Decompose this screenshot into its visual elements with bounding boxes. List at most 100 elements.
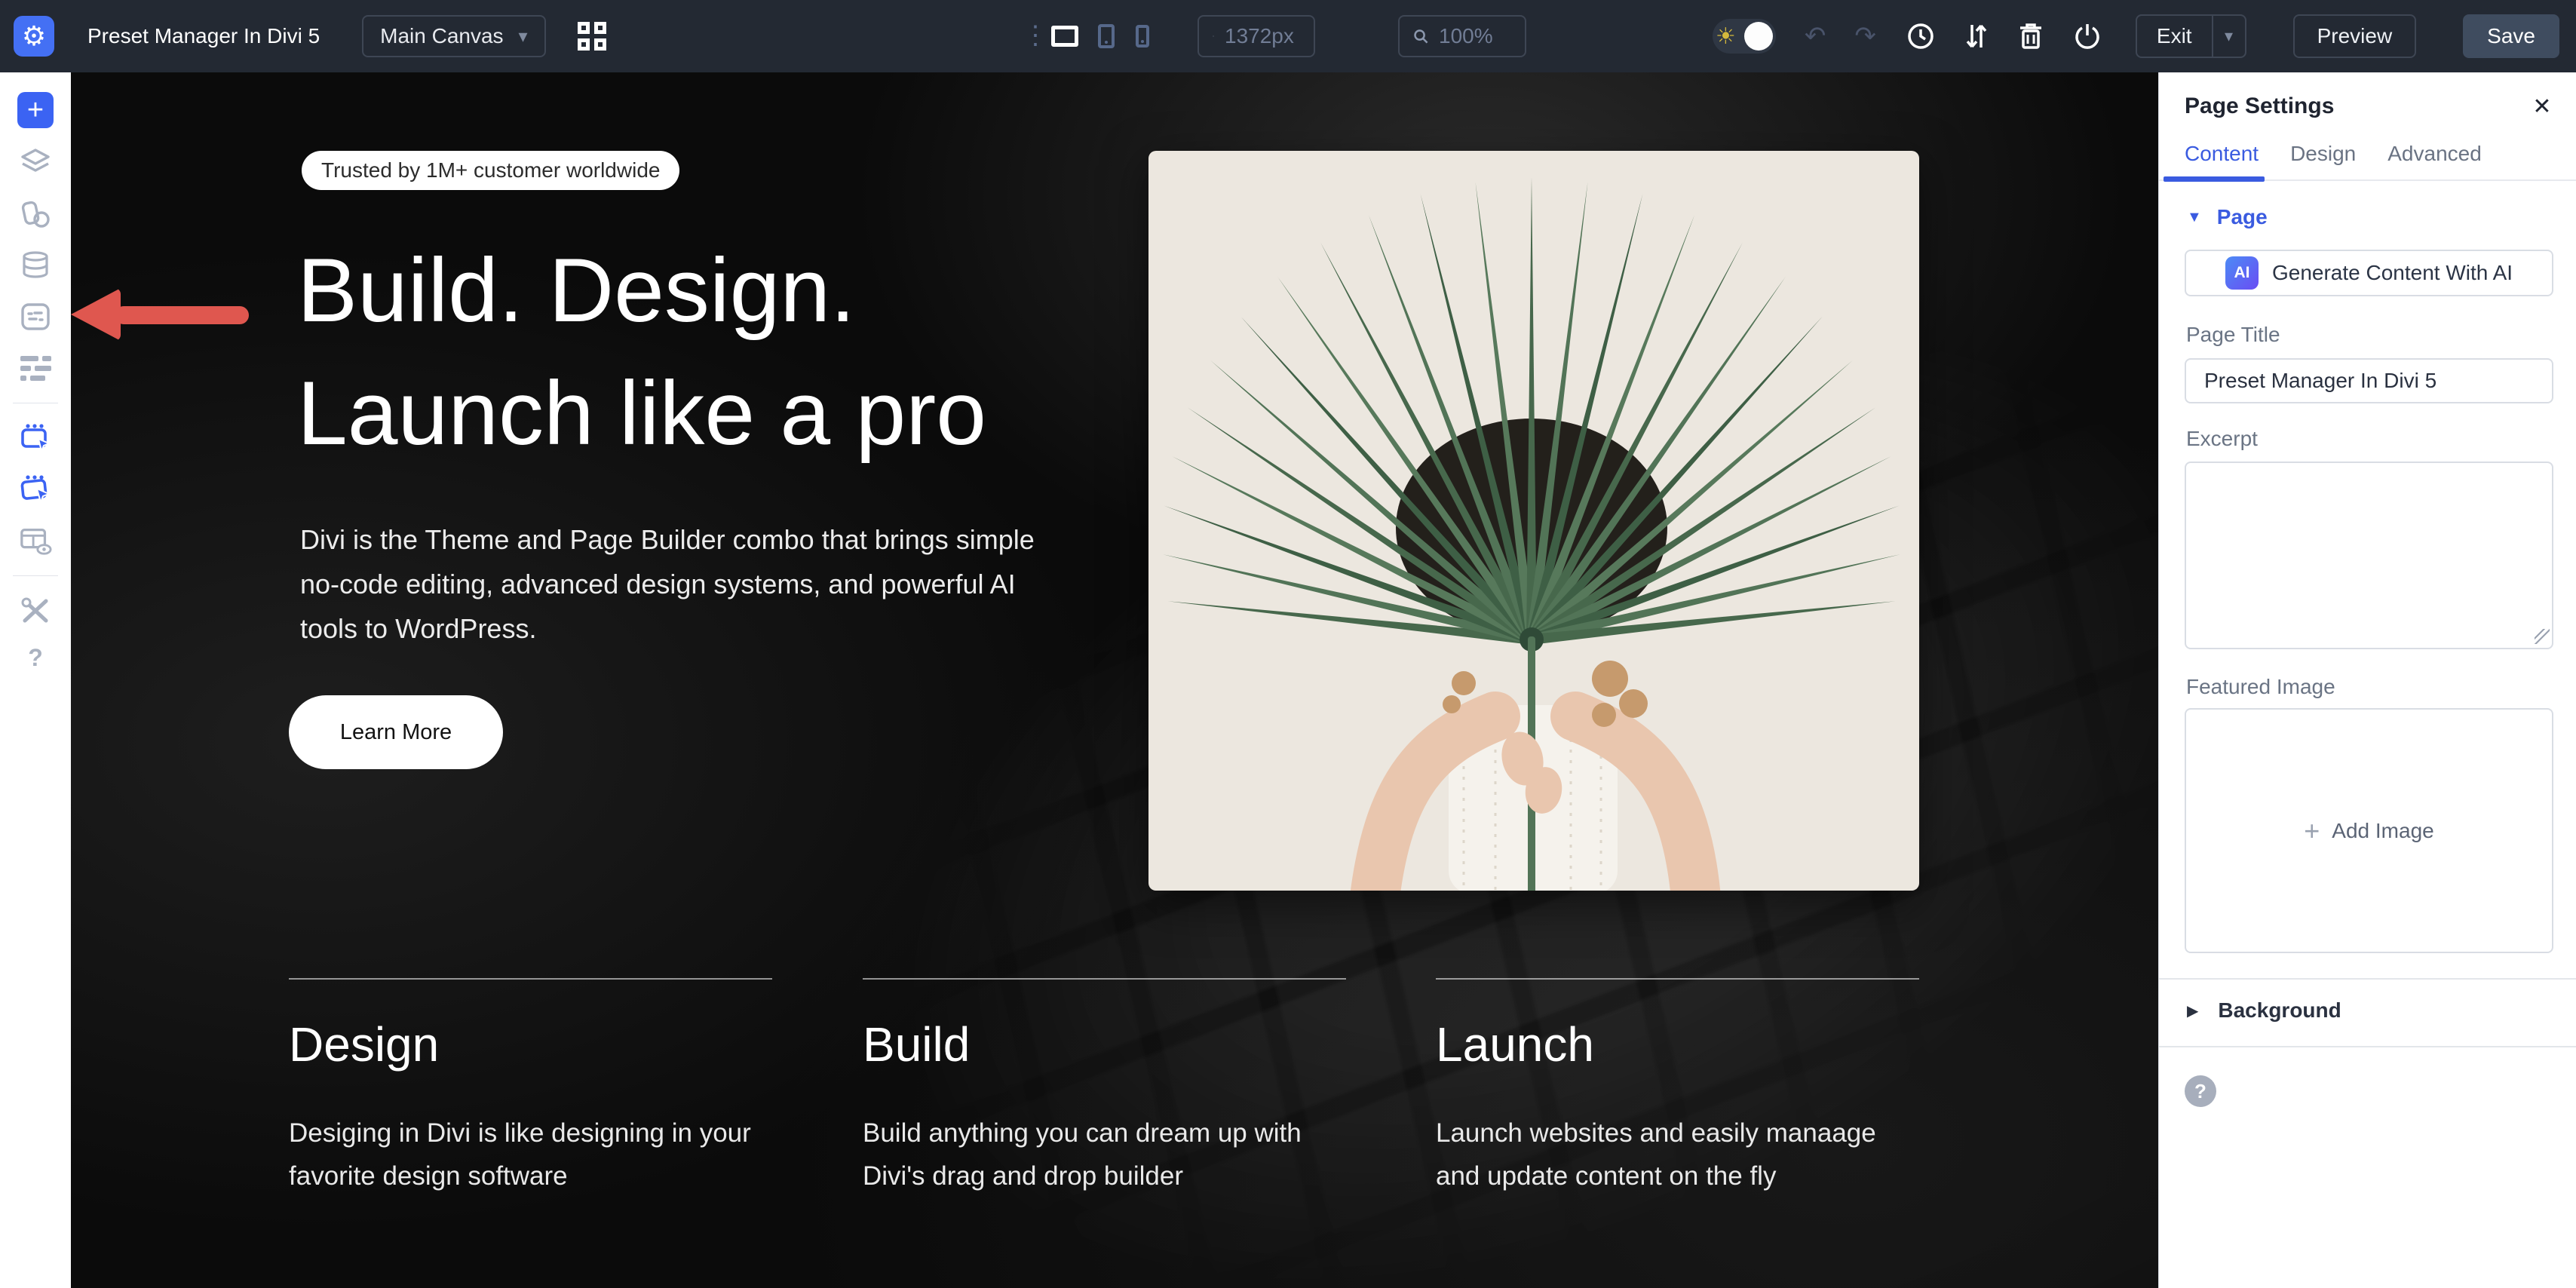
zoom-magnifier-icon <box>1413 26 1428 47</box>
divider <box>13 575 58 576</box>
page-section-toggle[interactable]: ▼ Page <box>2187 205 2268 229</box>
sun-icon: ☀ <box>1716 23 1736 50</box>
interaction-secondary-button[interactable] <box>19 473 52 506</box>
panel-title: Page Settings <box>2185 94 2334 119</box>
page-section-label: Page <box>2217 205 2268 229</box>
hero-heading[interactable]: Build. Design. Launch like a pro <box>297 229 986 475</box>
divider <box>2159 1046 2576 1047</box>
learn-more-button[interactable]: Learn More <box>289 695 503 769</box>
layers-icon <box>20 148 51 178</box>
interaction-primary-button[interactable] <box>19 422 52 455</box>
column-description[interactable]: Build anything you can dream up with Div… <box>863 1112 1345 1198</box>
preset-manager-icon <box>20 302 51 332</box>
sidebar-help-button[interactable]: ? <box>28 644 43 672</box>
redo-button[interactable]: ↷ <box>1854 21 1876 51</box>
top-bar-actions: ☀ ↶ ↷ <box>1713 0 2559 72</box>
column-divider <box>863 978 1346 980</box>
click-layout-icon <box>19 474 52 505</box>
gear-icon: ⚙ <box>22 20 46 52</box>
tablet-view-button[interactable] <box>1098 24 1115 48</box>
list-view-button[interactable] <box>19 351 52 385</box>
canvas-selector-value: Main Canvas <box>380 24 503 48</box>
builder-settings-button[interactable]: ⚙ <box>14 16 54 57</box>
exit-button[interactable]: Exit <box>2137 24 2212 48</box>
phone-view-button[interactable] <box>1136 25 1149 48</box>
trash-icon <box>2018 22 2044 51</box>
add-module-button[interactable]: + <box>17 92 54 128</box>
preview-button[interactable]: Preview <box>2293 14 2417 58</box>
exit-split-button[interactable]: Exit ▾ <box>2136 14 2246 58</box>
width-arrows-icon <box>1213 28 1214 44</box>
window-eye-icon <box>19 526 52 556</box>
chevron-down-icon: ▾ <box>519 26 528 48</box>
responsive-controls: ⋮ <box>1023 0 1526 72</box>
excerpt-textarea[interactable] <box>2185 462 2553 649</box>
history-button[interactable] <box>1906 22 1935 51</box>
builder-canvas[interactable]: Trusted by 1M+ customer worldwide Build.… <box>71 72 2158 1288</box>
power-icon <box>2074 22 2101 51</box>
light-dark-toggle[interactable]: ☀ <box>1713 19 1776 54</box>
add-image-label: Add Image <box>2332 819 2433 843</box>
page-title-label: Page Title <box>2186 323 2280 347</box>
redo-icon: ↷ <box>1854 22 1876 51</box>
panel-header: Page Settings ✕ <box>2185 94 2555 119</box>
chevron-down-icon[interactable]: ▾ <box>2213 26 2245 46</box>
toggle-knob <box>1744 22 1773 51</box>
plus-icon: + <box>27 96 44 124</box>
canvas-width-field[interactable] <box>1198 15 1315 57</box>
column-divider <box>289 978 772 980</box>
accordion-closed-icon: ▶ <box>2187 1001 2198 1020</box>
textarea-resize-handle[interactable] <box>2535 629 2550 644</box>
grid-view-button[interactable] <box>578 22 606 51</box>
tools-button[interactable] <box>19 594 52 627</box>
hero-paragraph[interactable]: Divi is the Theme and Page Builder combo… <box>300 517 1062 651</box>
kebab-icon[interactable]: ⋮ <box>1023 28 1033 44</box>
question-icon: ? <box>2194 1080 2206 1103</box>
list-icon <box>20 356 51 381</box>
question-icon: ? <box>28 644 43 671</box>
canvas-zoom-input[interactable] <box>1439 24 1511 48</box>
clock-icon <box>1906 22 1935 51</box>
desktop-view-button[interactable] <box>1051 26 1078 47</box>
featured-image-dropzone[interactable]: + Add Image <box>2185 708 2553 953</box>
preset-manager-button[interactable] <box>19 300 52 333</box>
column-title[interactable]: Design <box>289 1017 439 1072</box>
hero-badge[interactable]: Trusted by 1M+ customer worldwide <box>302 151 679 190</box>
column-title[interactable]: Build <box>863 1017 970 1072</box>
window-preview-button[interactable] <box>19 524 52 557</box>
plus-icon: + <box>2304 817 2320 845</box>
portability-sort-button[interactable] <box>1965 22 1988 51</box>
active-tab-indicator <box>2164 176 2265 182</box>
layers-button[interactable] <box>19 146 52 179</box>
column-description[interactable]: Desiging in Divi is like designing in yo… <box>289 1112 771 1198</box>
generate-content-ai-button[interactable]: AI Generate Content With AI <box>2185 250 2553 296</box>
canvas-selector-dropdown[interactable]: Main Canvas ▾ <box>362 15 545 57</box>
grid-square <box>594 38 606 51</box>
column-divider <box>1436 978 1919 980</box>
save-button[interactable]: Save <box>2463 14 2559 58</box>
trash-button[interactable] <box>2018 22 2044 51</box>
excerpt-label: Excerpt <box>2186 427 2258 451</box>
hero-image[interactable] <box>1148 151 1919 891</box>
canvas-zoom-field[interactable] <box>1398 15 1526 57</box>
grid-square <box>578 38 590 51</box>
undo-button[interactable]: ↶ <box>1805 21 1826 51</box>
generate-content-ai-label: Generate Content With AI <box>2272 261 2513 285</box>
background-section-toggle[interactable]: ▶ Background <box>2187 998 2341 1023</box>
grid-square <box>578 22 590 34</box>
design-presets-button[interactable] <box>19 198 52 231</box>
column-title[interactable]: Launch <box>1436 1017 1594 1072</box>
panel-help-button[interactable]: ? <box>2185 1075 2216 1107</box>
column-description[interactable]: Launch websites and easily manaage and u… <box>1436 1112 1918 1198</box>
database-button[interactable] <box>19 249 52 282</box>
background-section-label: Background <box>2218 998 2341 1023</box>
palm-leaf-portrait-illustration <box>1148 151 1919 891</box>
hero-heading-line2: Launch like a pro <box>297 352 986 475</box>
hero-heading-line1: Build. Design. <box>297 229 986 352</box>
undo-icon: ↶ <box>1805 22 1826 51</box>
canvas-width-input[interactable] <box>1225 24 1300 48</box>
power-button[interactable] <box>2074 22 2101 51</box>
up-down-arrows-icon <box>1965 22 1988 51</box>
close-button[interactable]: ✕ <box>2529 94 2555 119</box>
page-title-input[interactable] <box>2185 358 2553 403</box>
